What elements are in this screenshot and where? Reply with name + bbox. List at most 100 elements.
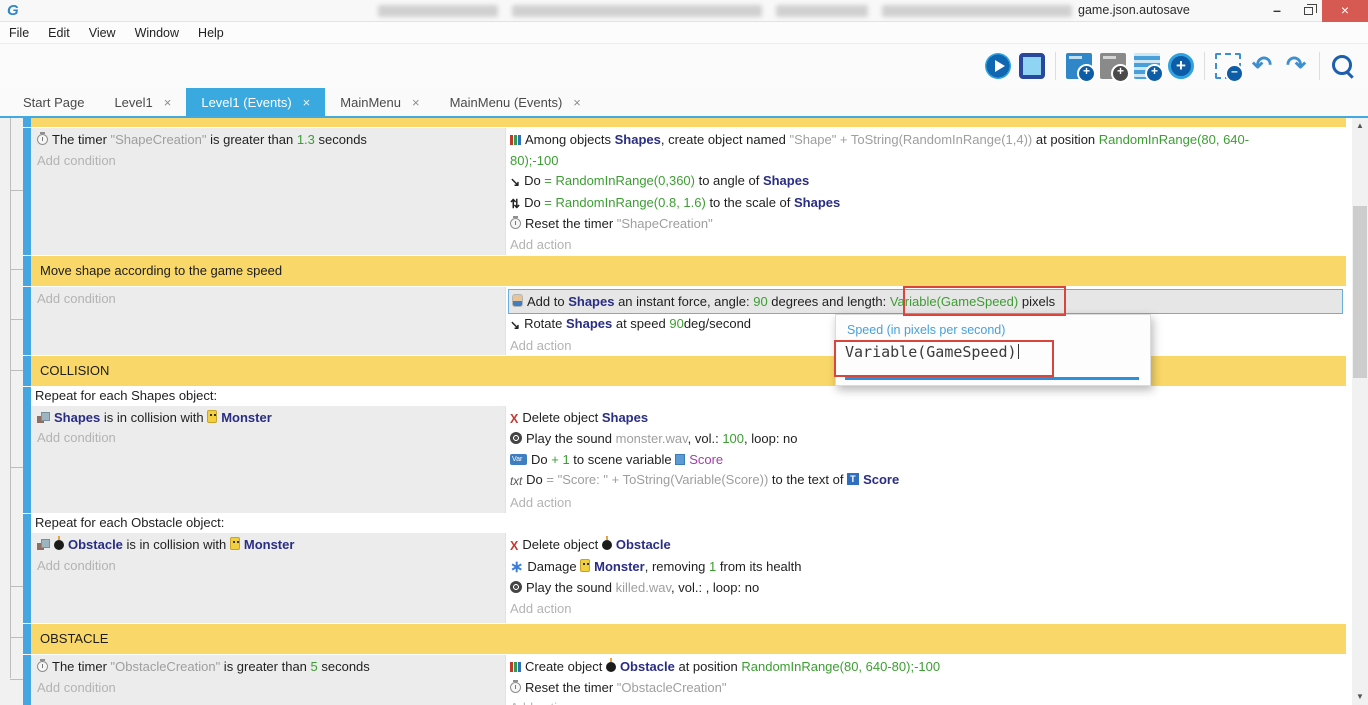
condition-line[interactable]: The timer "ObstacleCreation" is greater … [37, 657, 505, 678]
event-body: Shapes is in collision with MonsterAdd c… [31, 406, 1346, 514]
event-handle[interactable] [23, 118, 31, 127]
tab-level1[interactable]: Level1× [99, 88, 186, 116]
action-line[interactable]: Reset the timer "ShapeCreation" [510, 214, 1343, 235]
tree-tick [10, 370, 23, 371]
text-segment: at position [675, 659, 742, 674]
add-action-button[interactable]: Add action [510, 698, 1343, 705]
tab-label: MainMenu [340, 95, 401, 110]
tab-label: MainMenu (Events) [450, 95, 563, 110]
minimize-button[interactable]: – [1262, 0, 1292, 22]
action-line[interactable]: Reset the timer "ObstacleCreation" [510, 678, 1343, 699]
action-line[interactable]: Do + 1 to scene variable Score [510, 450, 1343, 471]
repeat-header[interactable]: Repeat for each Obstacle object: [31, 514, 1346, 533]
timer-icon [37, 661, 48, 672]
row-body: OBSTACLE [31, 624, 1346, 654]
row-body: The timer "ShapeCreation" is greater tha… [31, 128, 1346, 255]
action-line[interactable]: Among objects Shapes, create object name… [510, 130, 1343, 171]
event-handle[interactable] [23, 256, 31, 286]
undo-icon[interactable] [1249, 53, 1275, 79]
row-body: The timer "ObstacleCreation" is greater … [31, 655, 1346, 705]
add-comment-icon[interactable] [1134, 53, 1160, 79]
text-segment: Score [863, 472, 899, 487]
unselect-icon[interactable] [1215, 53, 1241, 79]
search-icon[interactable] [1330, 53, 1356, 79]
scroll-down-arrow-icon[interactable]: ▼ [1352, 689, 1368, 705]
tree-tick [10, 269, 23, 270]
scroll-up-arrow-icon[interactable]: ▲ [1352, 118, 1368, 134]
add-condition-button[interactable]: Add condition [37, 151, 505, 172]
scenevar-icon [675, 454, 685, 465]
add-condition-button[interactable]: Add condition [37, 678, 505, 699]
repeat-header[interactable]: Repeat for each Shapes object: [31, 387, 1346, 406]
action-line[interactable]: Do = RandomInRange(0.8, 1.6) to the scal… [510, 193, 1343, 215]
add-condition-button[interactable]: Add condition [37, 428, 505, 449]
action-line[interactable]: Damage Monster, removing 1 from its heal… [510, 557, 1343, 579]
text-segment: Shapes [794, 195, 840, 210]
action-line[interactable]: Do = "Score: " + ToString(Variable(Score… [510, 470, 1343, 493]
tab-mainmenu-events[interactable]: MainMenu (Events) × [435, 88, 596, 116]
close-tab-icon[interactable]: × [164, 95, 172, 110]
action-line[interactable]: Delete object Obstacle [510, 535, 1343, 557]
event-handle[interactable] [23, 655, 31, 705]
title-bar: G game.json.autosave – × [0, 0, 1368, 22]
event-handle[interactable] [23, 128, 31, 255]
menu-window[interactable]: Window [135, 26, 179, 40]
close-tab-icon[interactable]: × [303, 95, 311, 110]
event-handle[interactable] [23, 287, 31, 355]
event-handle[interactable] [23, 387, 31, 513]
menu-view[interactable]: View [89, 26, 116, 40]
preview-icon[interactable] [985, 53, 1011, 79]
action-line[interactable]: Delete object Shapes [510, 408, 1343, 430]
menu-edit[interactable]: Edit [48, 26, 70, 40]
add-action-button[interactable]: Add action [510, 235, 1343, 256]
text-segment: "ShapeCreation" [111, 132, 207, 147]
tab-mainmenu[interactable]: MainMenu × [325, 88, 434, 116]
text-segment: Obstacle [620, 659, 675, 674]
tab-level1-events[interactable]: Level1 (Events)× [186, 88, 325, 116]
menu-file[interactable]: File [9, 26, 29, 40]
action-line[interactable]: Create object Obstacle at position Rando… [510, 657, 1343, 678]
condition-line[interactable]: The timer "ShapeCreation" is greater tha… [37, 130, 505, 151]
add-action-button[interactable]: Add action [510, 493, 1343, 514]
tree-line [10, 118, 11, 678]
comment-text[interactable] [31, 118, 1346, 127]
text-segment: is in collision with [100, 410, 207, 425]
condition-line[interactable]: Shapes is in collision with Monster [37, 408, 505, 429]
row-body: Repeat for each Shapes object:Shapes is … [31, 387, 1346, 513]
collision-icon [37, 539, 50, 550]
action-line[interactable]: Do = RandomInRange(0,360) to angle of Sh… [510, 171, 1343, 193]
vertical-scrollbar[interactable]: ▲ ▼ [1352, 118, 1368, 705]
add-condition-button[interactable]: Add condition [37, 289, 505, 310]
close-tab-icon[interactable]: × [412, 95, 420, 110]
text-segment: Reset the timer [525, 216, 617, 231]
redacted-title-text [776, 5, 868, 17]
close-tab-icon[interactable]: × [573, 95, 581, 110]
scrollbar-thumb[interactable] [1353, 206, 1367, 378]
event-handle[interactable] [23, 514, 31, 623]
row-body [31, 118, 1346, 127]
add-action-button[interactable]: Add action [510, 599, 1343, 620]
comment-text[interactable]: Move shape according to the game speed [31, 256, 1346, 286]
force-icon [512, 294, 523, 307]
condition-line[interactable]: Obstacle is in collision with Monster [37, 535, 505, 556]
action-line[interactable]: Play the sound killed.wav, vol.: , loop:… [510, 578, 1343, 599]
event-handle[interactable] [23, 624, 31, 654]
add-condition-button[interactable]: Add condition [37, 556, 505, 577]
event-row: Repeat for each Obstacle object: Obstacle… [23, 514, 1346, 623]
event-handle[interactable] [23, 356, 31, 386]
debugger-icon[interactable] [1019, 53, 1045, 79]
menu-help[interactable]: Help [198, 26, 224, 40]
add-subevent-icon[interactable] [1100, 53, 1126, 79]
text-segment: seconds [318, 659, 370, 674]
toolbar-left-group [8, 59, 28, 74]
comment-text[interactable]: OBSTACLE [31, 624, 1346, 654]
restore-button[interactable] [1294, 0, 1322, 22]
redo-icon[interactable] [1283, 53, 1309, 79]
close-button[interactable]: × [1322, 0, 1368, 22]
text-segment: , create object named [661, 132, 790, 147]
text-segment: Create object [525, 659, 606, 674]
add-other-icon[interactable] [1168, 53, 1194, 79]
action-line[interactable]: Play the sound monster.wav, vol.: 100, l… [510, 429, 1343, 450]
add-event-icon[interactable] [1066, 53, 1092, 79]
tab-start-page[interactable]: Start Page [8, 88, 99, 116]
